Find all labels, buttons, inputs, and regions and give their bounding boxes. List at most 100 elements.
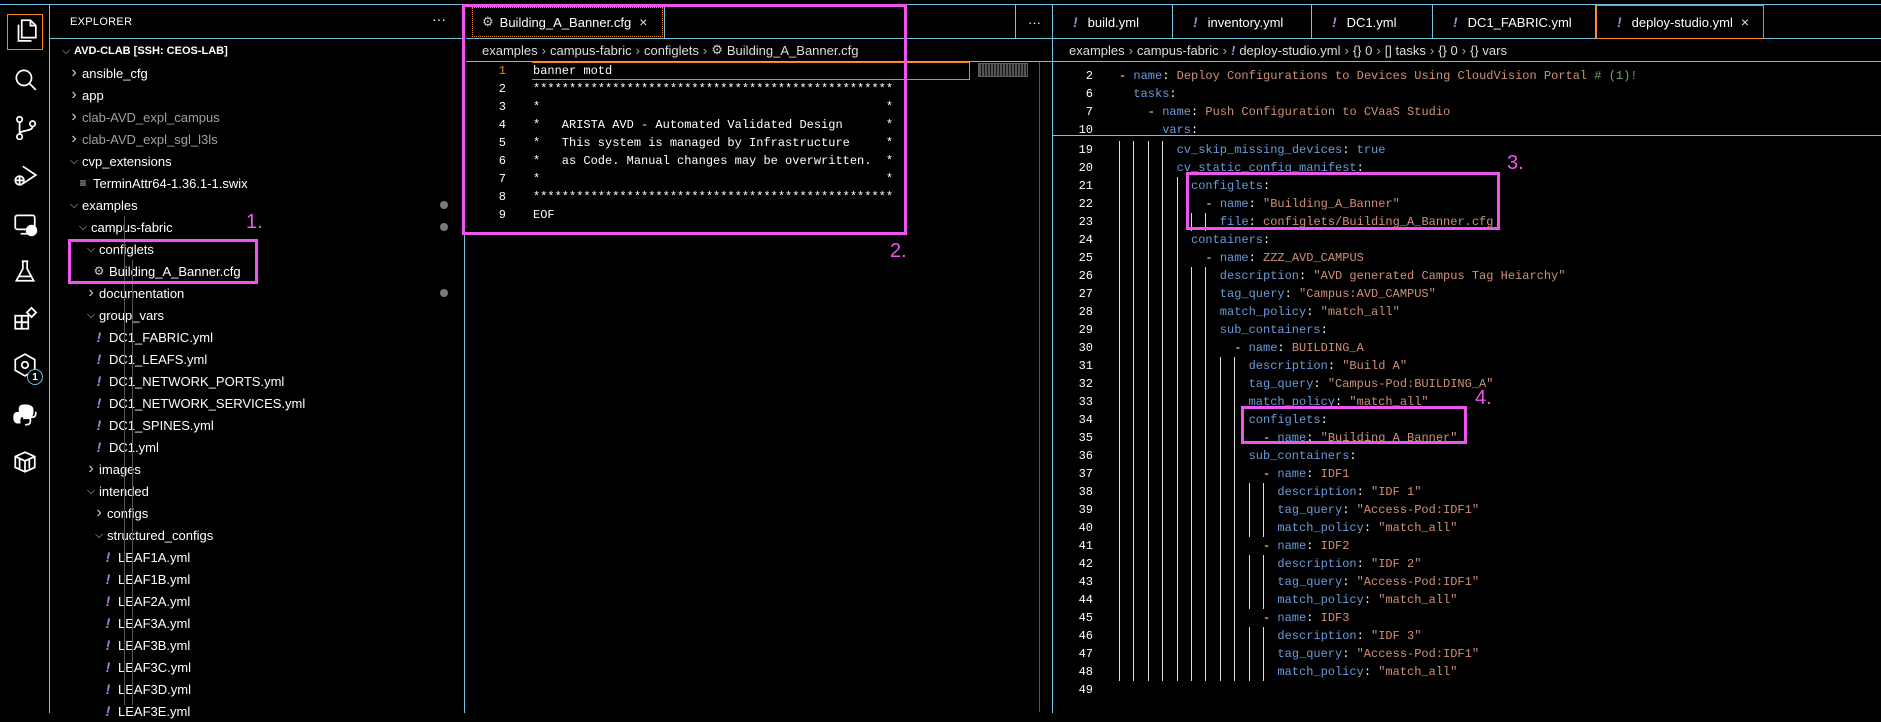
indent-guide: [1205, 501, 1207, 519]
file-dc1-fabric-yml[interactable]: ! DC1_FABRIC.yml: [50, 326, 464, 348]
indent-guide: [1147, 645, 1149, 663]
folder-clab-avd-expl-campus[interactable]: › clab-AVD_expl_campus: [50, 106, 464, 128]
file-leaf3b-yml[interactable]: ! LEAF3B.yml: [50, 634, 464, 656]
tab-build-yml[interactable]: ! build.yml: [1053, 5, 1173, 39]
file-leaf3e-yml[interactable]: ! LEAF3E.yml: [50, 700, 464, 722]
file-leaf2a-yml[interactable]: ! LEAF2A.yml: [50, 590, 464, 612]
breadcrumb-item[interactable]: [] tasks: [1385, 43, 1426, 58]
indent-guide: [1219, 645, 1221, 663]
line-text: tag_query: "Access-Pod:IDF1": [1277, 573, 1479, 591]
file-dc1-network-ports-yml[interactable]: ! DC1_NETWORK_PORTS.yml: [50, 370, 464, 392]
punctuation: -: [1219, 341, 1249, 355]
line-text: - name: IDF3: [1249, 609, 1349, 627]
indent-guide: [1162, 159, 1164, 177]
tab-inventory-yml[interactable]: ! inventory.yml: [1173, 5, 1312, 39]
file-leaf1b-yml[interactable]: ! LEAF1B.yml: [50, 568, 464, 590]
file-terminattr64-1-36-1-1-swix[interactable]: ≡ TerminAttr64-1.36.1-1.swix: [50, 172, 464, 194]
editor-more-actions-button[interactable]: ···: [1015, 5, 1053, 39]
indent-guide: [1119, 177, 1120, 195]
tree-item-label: configs: [107, 505, 149, 521]
python-button[interactable]: [7, 399, 43, 435]
indent-guide: [1191, 429, 1192, 447]
line-number: 6: [1085, 87, 1093, 101]
remote-explorer-button[interactable]: [7, 208, 43, 244]
indent-guide: [1176, 429, 1178, 447]
line-text: cv_skip_missing_devices: true: [1177, 141, 1386, 159]
vertical-scrollbar[interactable]: [1039, 62, 1040, 712]
folder-cvp-extensions[interactable]: ⌵ cvp_extensions: [50, 150, 464, 172]
breadcrumb-item[interactable]: deploy-studio.yml: [1239, 43, 1340, 58]
indent-guide: [1234, 501, 1236, 519]
containerlab-button[interactable]: 1: [7, 349, 43, 385]
indent-guide: [1176, 501, 1178, 519]
run-debug-button[interactable]: [7, 159, 43, 195]
breadcrumb-item[interactable]: campus-fabric: [1137, 43, 1219, 58]
indent-guide: [1176, 231, 1178, 249]
extensions-button[interactable]: [7, 303, 43, 339]
breadcrumb-item[interactable]: examples: [1069, 43, 1125, 58]
folder-group-vars[interactable]: ⌵group_vars: [50, 304, 464, 326]
punctuation: :: [1320, 323, 1328, 337]
file-leaf3d-yml[interactable]: ! LEAF3D.yml: [50, 678, 464, 700]
search-button[interactable]: [7, 63, 43, 99]
code-line: 33 match_policy: "match_all": [1053, 393, 1881, 411]
code-line: 27 tag_query: "Campus:AVD_CAMPUS": [1053, 285, 1881, 303]
testing-flask-button[interactable]: [7, 255, 43, 291]
breadcrumb-item[interactable]: {} 0: [1353, 43, 1373, 58]
yaml-file-icon: !: [96, 395, 102, 411]
indent-guide: [1234, 483, 1236, 501]
folder-app[interactable]: › app: [50, 84, 464, 106]
yaml-key: name: [1162, 105, 1192, 119]
file-leaf3c-yml[interactable]: ! LEAF3C.yml: [50, 656, 464, 678]
explorer-button[interactable]: [7, 14, 43, 50]
file-leaf3a-yml[interactable]: ! LEAF3A.yml: [50, 612, 464, 634]
indent-guide: [1147, 249, 1149, 267]
breadcrumb-item[interactable]: {} 0: [1438, 43, 1458, 58]
tab-deploy-studio-yml[interactable]: ! deploy-studio.yml ×: [1596, 5, 1764, 39]
source-control-button[interactable]: [7, 111, 43, 147]
line-text: match_policy: "match_all": [1277, 519, 1457, 537]
code-line: 34 configlets:: [1053, 411, 1881, 429]
close-tab-button[interactable]: ×: [1741, 14, 1749, 30]
folder-images[interactable]: › images: [50, 458, 464, 480]
folder-structured-configs[interactable]: ⌵ structured_configs: [50, 524, 464, 546]
breadcrumb-item[interactable]: {} vars: [1470, 43, 1507, 58]
explorer-more-actions-button[interactable]: ···: [432, 11, 446, 27]
indent-guide: [1248, 519, 1250, 537]
tree-item-label: clab-AVD_expl_campus: [82, 109, 220, 125]
tab-label: deploy-studio.yml: [1631, 14, 1733, 30]
file-dc1-spines-yml[interactable]: ! DC1_SPINES.yml: [50, 414, 464, 436]
indent-guide: [1191, 591, 1192, 609]
file-dc1-network-services-yml[interactable]: ! DC1_NETWORK_SERVICES.yml: [50, 392, 464, 414]
folder-avd-clab-ssh-ceos-lab-[interactable]: ⌵ AVD-CLAB [SSH: CEOS-LAB]: [50, 40, 464, 62]
folder-documentation[interactable]: › documentation: [50, 282, 464, 304]
folder-intended[interactable]: ⌵intended: [50, 480, 464, 502]
folder-ansible-cfg[interactable]: › ansible_cfg: [50, 62, 464, 84]
folder-clab-avd-expl-sgl-l3ls[interactable]: › clab-AVD_expl_sgl_l3ls: [50, 128, 464, 150]
docker-container-button[interactable]: [7, 446, 43, 482]
code-line: 10 vars:: [1053, 121, 1881, 139]
indent-guide: [1205, 609, 1207, 627]
file-dc1-leafs-yml[interactable]: ! DC1_LEAFS.yml: [50, 348, 464, 370]
indent-guide: [1147, 195, 1149, 213]
yaml-key: description: [1248, 359, 1328, 373]
indent-guide: [1162, 303, 1164, 321]
tab-dc1-yml[interactable]: ! DC1.yml: [1312, 5, 1433, 39]
tab-dc1-fabric-yml[interactable]: ! DC1_FABRIC.yml: [1433, 5, 1596, 39]
line-number: 29: [1078, 323, 1093, 337]
line-text: description: "IDF 1": [1277, 483, 1421, 501]
tree-item-label: clab-AVD_expl_sgl_l3ls: [82, 131, 218, 147]
indent-guide: [1147, 609, 1149, 627]
code-line: 39 tag_query: "Access-Pod:IDF1": [1053, 501, 1881, 519]
source-control-icon: [12, 114, 38, 145]
minimap[interactable]: [978, 63, 1028, 77]
line-number: 28: [1078, 305, 1093, 319]
file-dc1-yml[interactable]: ! DC1.yml: [50, 436, 464, 458]
tab-bar: ! build.yml! inventory.yml! DC1.yml! DC1_FAB…: [1053, 5, 1881, 39]
chevron-down-icon: ⌵: [69, 198, 79, 211]
indent-guide: [1147, 267, 1149, 285]
indent-guide: [1234, 411, 1236, 429]
file-leaf1a-yml[interactable]: ! LEAF1A.yml: [50, 546, 464, 568]
indent-guide: [1248, 591, 1250, 609]
folder-configs[interactable]: › configs: [50, 502, 464, 524]
